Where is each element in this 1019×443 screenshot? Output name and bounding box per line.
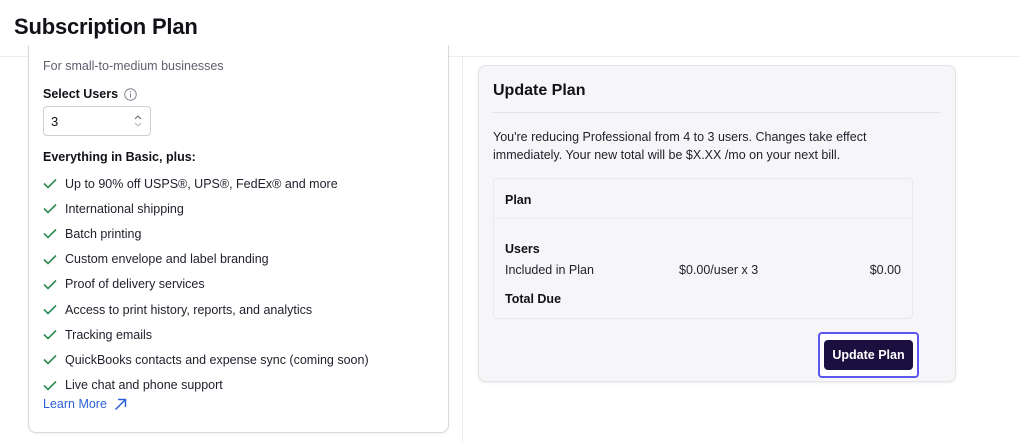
update-plan-button[interactable]: Update Plan bbox=[824, 340, 913, 370]
plan-column: For small-to-medium businesses Select Us… bbox=[0, 45, 463, 443]
feature-text: Proof of delivery services bbox=[65, 277, 205, 292]
feature-text: Access to print history, reports, and an… bbox=[65, 302, 313, 317]
update-plan-title: Update Plan bbox=[493, 82, 586, 99]
feature-text: Custom envelope and label branding bbox=[65, 252, 269, 267]
feature-text: Up to 90% off USPS®, UPS®, FedEx® and mo… bbox=[65, 176, 338, 191]
users-quantity-stepper[interactable]: 3 bbox=[43, 106, 151, 136]
check-icon bbox=[43, 380, 57, 391]
learn-more-link[interactable]: Learn More bbox=[43, 397, 127, 411]
check-icon bbox=[43, 330, 57, 340]
feature-item: Batch printing bbox=[43, 221, 369, 246]
included-row: Included in Plan $0.00/user x 3 $0.00 bbox=[505, 263, 901, 281]
check-icon bbox=[43, 204, 57, 214]
check-icon bbox=[43, 304, 57, 315]
feature-text: QuickBooks contacts and expense sync (co… bbox=[65, 352, 369, 367]
included-label: Included in Plan bbox=[505, 263, 594, 277]
update-plan-card: Update Plan You're reducing Professional… bbox=[478, 65, 956, 382]
total-due-label: Total Due bbox=[505, 292, 562, 306]
plan-description: For small-to-medium businesses bbox=[43, 59, 224, 73]
page-title: Subscription Plan bbox=[14, 14, 198, 39]
plan-row bbox=[494, 179, 912, 219]
external-arrow-icon bbox=[114, 398, 127, 410]
check-icon bbox=[43, 179, 57, 189]
feature-text: Batch printing bbox=[65, 226, 142, 241]
feature-list: Up to 90% off USPS®, UPS®, FedEx® and mo… bbox=[43, 171, 369, 398]
select-users-label: Select Users bbox=[43, 87, 137, 101]
included-rate: $0.00/user x 3 bbox=[679, 263, 759, 277]
feature-item: Tracking emails bbox=[43, 322, 369, 347]
users-quantity-value: 3 bbox=[51, 113, 59, 129]
check-icon bbox=[43, 279, 57, 290]
feature-text: International shipping bbox=[65, 201, 184, 216]
learn-more-text: Learn More bbox=[43, 397, 107, 411]
feature-item: Access to print history, reports, and an… bbox=[43, 297, 369, 322]
check-icon bbox=[43, 229, 57, 240]
plan-card: For small-to-medium businesses Select Us… bbox=[28, 45, 449, 433]
features-title: Everything in Basic, plus: bbox=[43, 150, 196, 164]
feature-item: Live chat and phone support bbox=[43, 373, 369, 398]
feature-item: International shipping bbox=[43, 196, 369, 221]
title-divider bbox=[493, 112, 941, 113]
stepper-arrows-icon[interactable] bbox=[133, 113, 143, 129]
feature-item: Up to 90% off USPS®, UPS®, FedEx® and mo… bbox=[43, 171, 369, 196]
check-icon bbox=[43, 254, 57, 265]
feature-item: QuickBooks contacts and expense sync (co… bbox=[43, 347, 369, 372]
feature-item: Proof of delivery services bbox=[43, 272, 369, 297]
plan-label: Plan bbox=[505, 193, 532, 207]
info-icon[interactable] bbox=[124, 87, 137, 101]
feature-text: Live chat and phone support bbox=[65, 378, 223, 393]
included-amount: $0.00 bbox=[869, 263, 901, 277]
update-message: You're reducing Professional from 4 to 3… bbox=[493, 130, 867, 162]
users-label: Users bbox=[505, 242, 540, 256]
check-icon bbox=[43, 355, 57, 366]
update-plan-focus-ring: Update Plan bbox=[818, 332, 919, 378]
select-users-text: Select Users bbox=[43, 87, 119, 101]
feature-text: Tracking emails bbox=[65, 327, 153, 342]
feature-item: Custom envelope and label branding bbox=[43, 247, 369, 272]
order-summary: Plan Users Included in Plan $0.00/user x… bbox=[493, 178, 913, 319]
